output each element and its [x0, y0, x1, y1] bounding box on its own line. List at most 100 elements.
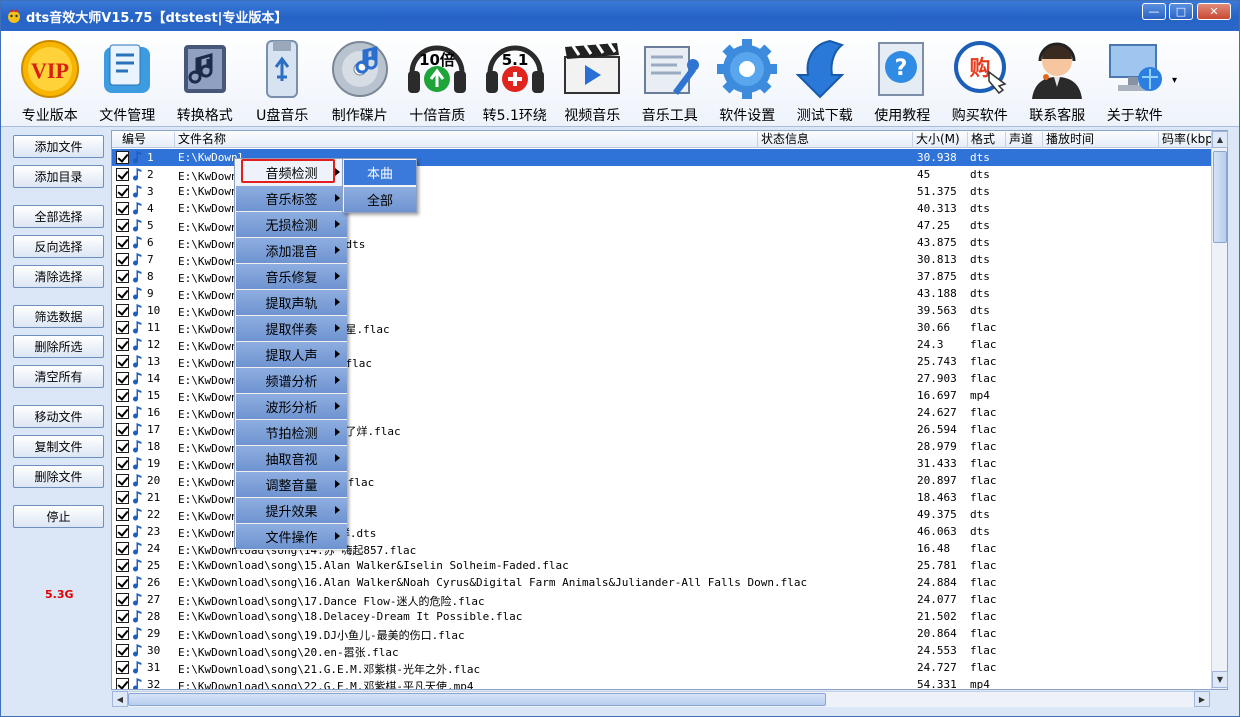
context-menu-item-3[interactable]: 无损检测 [236, 212, 347, 238]
side-button-2[interactable]: 添加目录 [13, 165, 104, 188]
toolbar-button-13[interactable]: 购购买软件 [941, 31, 1019, 125]
toolbar-button-9[interactable]: 音乐工具 [631, 31, 709, 125]
row-checkbox[interactable] [116, 338, 129, 351]
scroll-right-arrow-icon[interactable]: ▶ [1194, 691, 1210, 707]
side-button-4[interactable]: 反向选择 [13, 235, 104, 258]
row-checkbox[interactable] [116, 627, 129, 640]
side-button-8[interactable]: 清空所有 [13, 365, 104, 388]
horizontal-scrollbar[interactable]: ◀ ▶ [112, 691, 1210, 707]
row-checkbox[interactable] [116, 270, 129, 283]
column-header-4[interactable]: 大小(M) [912, 132, 967, 148]
column-header-2[interactable]: 文件名称 [174, 132, 757, 148]
vertical-scrollbar[interactable]: ▲ ▼ [1211, 131, 1228, 689]
context-menu-item-5[interactable]: 音乐修复 [236, 264, 347, 290]
row-checkbox[interactable] [116, 644, 129, 657]
context-menu-item-15[interactable]: 文件操作 [236, 524, 347, 550]
context-menu-item-4[interactable]: 添加混音 [236, 238, 347, 264]
table-row[interactable]: 32 E:\KwDownload\song\22.G.E.M.邓紫棋-平凡天使.m… [112, 676, 1212, 689]
row-checkbox[interactable] [116, 678, 129, 689]
scroll-down-arrow-icon[interactable]: ▼ [1212, 671, 1228, 688]
side-button-10[interactable]: 复制文件 [13, 435, 104, 458]
toolbar-button-8[interactable]: 视频音乐 [554, 31, 632, 125]
toolbar-button-11[interactable]: 测试下载 [786, 31, 864, 125]
toolbar-button-15[interactable]: 关于软件 [1096, 31, 1174, 125]
toolbar-more-arrow-icon[interactable]: ▾ [1172, 75, 1177, 86]
horizontal-scroll-thumb[interactable] [128, 693, 826, 706]
row-checkbox[interactable] [116, 474, 129, 487]
side-button-11[interactable]: 删除文件 [13, 465, 104, 488]
row-checkbox[interactable] [116, 542, 129, 555]
context-menu-item-10[interactable]: 波形分析 [236, 394, 347, 420]
row-checkbox[interactable] [116, 202, 129, 215]
row-checkbox[interactable] [116, 559, 129, 572]
table-row[interactable]: 25 E:\KwDownload\song\15.Alan Walker&Isel… [112, 557, 1212, 574]
toolbar-button-6[interactable]: 10倍 十倍音质 [399, 31, 477, 125]
side-button-3[interactable]: 全部选择 [13, 205, 104, 228]
scroll-up-arrow-icon[interactable]: ▲ [1212, 131, 1228, 148]
row-checkbox[interactable] [116, 236, 129, 249]
toolbar-button-4[interactable]: U盘音乐 [244, 31, 322, 125]
toolbar-button-3[interactable]: 转换格式 [166, 31, 244, 125]
row-checkbox[interactable] [116, 593, 129, 606]
toolbar-button-12[interactable]: ? 使用教程 [864, 31, 942, 125]
row-checkbox[interactable] [116, 185, 129, 198]
maximize-button[interactable]: □ [1169, 3, 1193, 20]
vertical-scroll-thumb[interactable] [1213, 151, 1227, 243]
row-checkbox[interactable] [116, 661, 129, 674]
table-row[interactable]: 30 E:\KwDownload\song\20.en-嚣张.flac 24.553… [112, 642, 1212, 659]
side-button-12[interactable]: 停止 [13, 505, 104, 528]
table-row[interactable]: 26 E:\KwDownload\song\16.Alan Walker&Noah… [112, 574, 1212, 591]
row-checkbox[interactable] [116, 321, 129, 334]
row-checkbox[interactable] [116, 423, 129, 436]
row-checkbox[interactable] [116, 508, 129, 521]
row-checkbox[interactable] [116, 389, 129, 402]
row-checkbox[interactable] [116, 219, 129, 232]
row-checkbox[interactable] [116, 355, 129, 368]
row-checkbox[interactable] [116, 525, 129, 538]
side-button-6[interactable]: 筛选数据 [13, 305, 104, 328]
row-checkbox[interactable] [116, 491, 129, 504]
row-checkbox[interactable] [116, 610, 129, 623]
toolbar-button-10[interactable]: 软件设置 [709, 31, 787, 125]
toolbar-button-7[interactable]: 5.1 转5.1环绕 [476, 31, 554, 125]
context-menu-item-6[interactable]: 提取声轨 [236, 290, 347, 316]
row-checkbox[interactable] [116, 372, 129, 385]
table-row[interactable]: 27 E:\KwDownload\song\17.Dance Flow-迷人的危险… [112, 591, 1212, 608]
minimize-button[interactable]: — [1142, 3, 1166, 20]
context-menu-item-9[interactable]: 频谱分析 [236, 368, 347, 394]
side-button-5[interactable]: 清除选择 [13, 265, 104, 288]
toolbar-button-2[interactable]: 文件管理 [89, 31, 167, 125]
context-menu-item-14[interactable]: 提升效果 [236, 498, 347, 524]
row-checkbox[interactable] [116, 406, 129, 419]
toolbar-button-1[interactable]: VIP 专业版本 [11, 31, 89, 125]
row-checkbox[interactable] [116, 168, 129, 181]
table-row[interactable]: 29 E:\KwDownload\song\19.DJ小鱼儿-最美的伤口.flac… [112, 625, 1212, 642]
row-checkbox[interactable] [116, 440, 129, 453]
side-button-9[interactable]: 移动文件 [13, 405, 104, 428]
context-menu-item-8[interactable]: 提取人声 [236, 342, 347, 368]
row-checkbox[interactable] [116, 576, 129, 589]
context-menu-item-13[interactable]: 调整音量 [236, 472, 347, 498]
scroll-left-arrow-icon[interactable]: ◀ [112, 691, 128, 707]
toolbar-button-5[interactable]: 制作碟片 [321, 31, 399, 125]
column-header-7[interactable]: 播放时间 [1042, 132, 1158, 148]
table-row[interactable]: 31 E:\KwDownload\song\21.G.E.M.邓紫棋-光年之外.f… [112, 659, 1212, 676]
context-menu-item-7[interactable]: 提取伴奏 [236, 316, 347, 342]
submenu-item-1[interactable]: 本曲 [344, 160, 416, 185]
close-button[interactable]: ✕ [1197, 3, 1231, 20]
side-button-1[interactable]: 添加文件 [13, 135, 104, 158]
table-row[interactable]: 28 E:\KwDownload\song\18.Delacey-Dream It… [112, 608, 1212, 625]
column-header-1[interactable]: 编号 [119, 132, 174, 148]
row-checkbox[interactable] [116, 253, 129, 266]
context-menu-item-2[interactable]: 音乐标签 [236, 186, 347, 212]
context-menu-item-12[interactable]: 抽取音视 [236, 446, 347, 472]
toolbar-button-14[interactable]: 联系客服 [1019, 31, 1097, 125]
title-bar[interactable]: dts音效大师V15.75【dtstest|专业版本】 — □ ✕ [1, 1, 1239, 31]
context-menu-item-11[interactable]: 节拍检测 [236, 420, 347, 446]
row-checkbox[interactable] [116, 151, 129, 164]
column-header-6[interactable]: 声道 [1005, 132, 1042, 148]
row-checkbox[interactable] [116, 287, 129, 300]
column-header-5[interactable]: 格式 [967, 132, 1005, 148]
column-header-3[interactable]: 状态信息 [757, 132, 912, 148]
side-button-7[interactable]: 删除所选 [13, 335, 104, 358]
